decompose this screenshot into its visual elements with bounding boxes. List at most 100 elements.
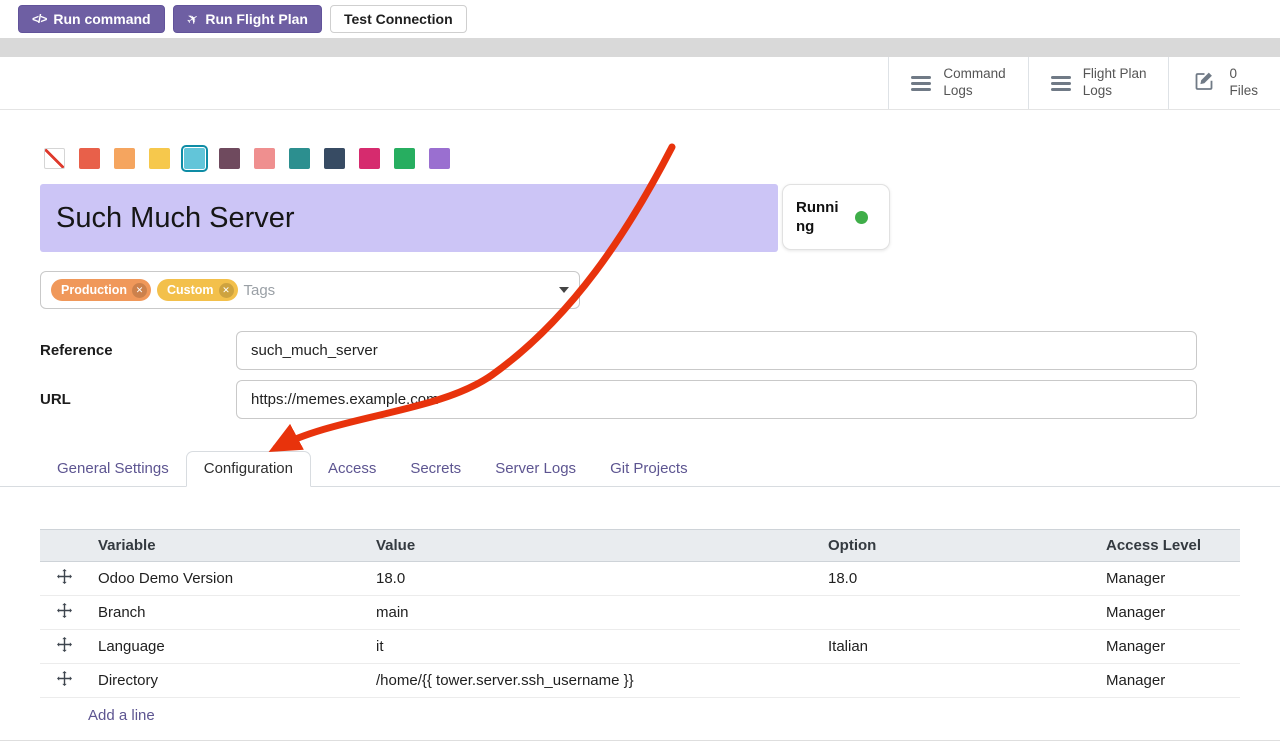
top-button-bar: </> Run command ✈ Run Flight Plan Test C…	[0, 0, 1280, 38]
tag-production[interactable]: Production ✕	[51, 279, 151, 301]
status-label: Running	[796, 198, 846, 237]
reference-field-row: Reference	[40, 331, 1280, 370]
tag-label: Production	[61, 283, 127, 297]
color-swatch-9[interactable]	[359, 148, 380, 169]
cell-option[interactable]	[818, 596, 1096, 630]
color-swatch-7[interactable]	[289, 148, 310, 169]
stat-line: Logs	[1083, 83, 1147, 100]
cell-access-level[interactable]: Manager	[1096, 562, 1240, 596]
cell-value[interactable]: /home/{{ tower.server.ssh_username }}	[366, 664, 818, 698]
drag-handle-icon[interactable]	[40, 596, 88, 630]
tag-custom[interactable]: Custom ✕	[157, 279, 238, 301]
list-icon	[911, 76, 931, 91]
header-bar: Command Logs Flight Plan Logs 0 Files	[0, 57, 1280, 110]
tab-git-projects[interactable]: Git Projects	[593, 452, 705, 486]
cell-access-level[interactable]: Manager	[1096, 630, 1240, 664]
cell-access-level[interactable]: Manager	[1096, 664, 1240, 698]
status-dot	[855, 211, 868, 224]
drag-handle-icon[interactable]	[40, 562, 88, 596]
cell-option[interactable]: Italian	[818, 630, 1096, 664]
color-swatch-6[interactable]	[254, 148, 275, 169]
code-icon: </>	[32, 12, 46, 26]
table-header-row: VariableValueOptionAccess Level	[40, 530, 1240, 562]
color-swatch-2[interactable]	[114, 148, 135, 169]
bottom-divider	[0, 740, 1280, 741]
color-swatch-10[interactable]	[394, 148, 415, 169]
column-header-variable: Variable	[88, 530, 366, 562]
table-row: Odoo Demo Version18.018.0Manager	[40, 562, 1240, 596]
chevron-down-icon[interactable]	[559, 287, 569, 293]
color-swatch-5[interactable]	[219, 148, 240, 169]
table-body: Odoo Demo Version18.018.0ManagerBranchma…	[40, 562, 1240, 698]
color-swatch-1[interactable]	[79, 148, 100, 169]
cell-option[interactable]: 18.0	[818, 562, 1096, 596]
server-name-input[interactable]	[40, 184, 778, 252]
tag-label: Custom	[167, 283, 214, 297]
cell-option[interactable]	[818, 664, 1096, 698]
run-command-label: Run command	[53, 11, 150, 27]
column-header-option: Option	[818, 530, 1096, 562]
color-swatch-3[interactable]	[149, 148, 170, 169]
cell-variable[interactable]: Branch	[88, 596, 366, 630]
notebook-tabs: General SettingsConfigurationAccessSecre…	[0, 451, 1280, 487]
cell-variable[interactable]: Directory	[88, 664, 366, 698]
flight-plan-logs-button[interactable]: Flight Plan Logs	[1028, 57, 1169, 109]
add-line-row: Add a line	[40, 698, 1240, 735]
color-swatch-11[interactable]	[429, 148, 450, 169]
table-row: Directory/home/{{ tower.server.ssh_usern…	[40, 664, 1240, 698]
remove-tag-icon[interactable]: ✕	[132, 283, 147, 298]
reference-input[interactable]	[236, 331, 1197, 370]
tab-server-logs[interactable]: Server Logs	[478, 452, 593, 486]
test-connection-label: Test Connection	[344, 11, 453, 27]
configuration-table: VariableValueOptionAccess Level Odoo Dem…	[40, 529, 1240, 698]
cell-access-level[interactable]: Manager	[1096, 596, 1240, 630]
handle-column-header	[40, 530, 88, 562]
cell-value[interactable]: it	[366, 630, 818, 664]
cell-variable[interactable]: Language	[88, 630, 366, 664]
tags-field[interactable]: Production ✕ Custom ✕ Tags	[40, 271, 580, 309]
column-header-value: Value	[366, 530, 818, 562]
cell-value[interactable]: main	[366, 596, 818, 630]
drag-handle-icon[interactable]	[40, 630, 88, 664]
table-row: Branchmain Manager	[40, 596, 1240, 630]
remove-tag-icon[interactable]: ✕	[219, 283, 234, 298]
url-field-row: URL	[40, 380, 1280, 419]
tab-secrets[interactable]: Secrets	[393, 452, 478, 486]
edit-icon	[1191, 69, 1217, 98]
cell-value[interactable]: 18.0	[366, 562, 818, 596]
color-palette	[44, 148, 1280, 169]
command-logs-label: Command Logs	[943, 66, 1005, 100]
tab-general-settings[interactable]: General Settings	[40, 452, 186, 486]
title-row: Running	[40, 184, 1280, 252]
command-logs-button[interactable]: Command Logs	[888, 57, 1027, 109]
tags-placeholder: Tags	[244, 282, 276, 299]
separator-band	[0, 38, 1280, 57]
drag-handle-icon[interactable]	[40, 664, 88, 698]
plane-icon: ✈	[183, 9, 202, 30]
url-label: URL	[40, 391, 236, 408]
stat-line: Flight Plan	[1083, 66, 1147, 83]
run-flight-plan-label: Run Flight Plan	[205, 11, 308, 27]
tab-configuration[interactable]: Configuration	[186, 451, 311, 487]
status-badge[interactable]: Running	[782, 184, 890, 250]
tab-access[interactable]: Access	[311, 452, 393, 486]
stat-line: Command	[943, 66, 1005, 83]
stat-line: Logs	[943, 83, 1005, 100]
add-line-button[interactable]: Add a line	[88, 707, 155, 724]
tags-list: Production ✕ Custom ✕	[51, 279, 238, 301]
form-content: Running Production ✕ Custom ✕ Tags Referenc…	[0, 110, 1280, 735]
run-command-button[interactable]: </> Run command	[18, 5, 165, 33]
url-input[interactable]	[236, 380, 1197, 419]
reference-label: Reference	[40, 342, 236, 359]
color-swatch-4[interactable]	[184, 148, 205, 169]
table-row: LanguageitItalianManager	[40, 630, 1240, 664]
files-button[interactable]: 0 Files	[1168, 57, 1280, 109]
files-count: 0	[1229, 66, 1258, 83]
test-connection-button[interactable]: Test Connection	[330, 5, 467, 33]
list-icon	[1051, 76, 1071, 91]
stat-line: Files	[1229, 83, 1258, 100]
color-swatch-8[interactable]	[324, 148, 345, 169]
run-flight-plan-button[interactable]: ✈ Run Flight Plan	[173, 5, 322, 33]
cell-variable[interactable]: Odoo Demo Version	[88, 562, 366, 596]
color-swatch-0[interactable]	[44, 148, 65, 169]
